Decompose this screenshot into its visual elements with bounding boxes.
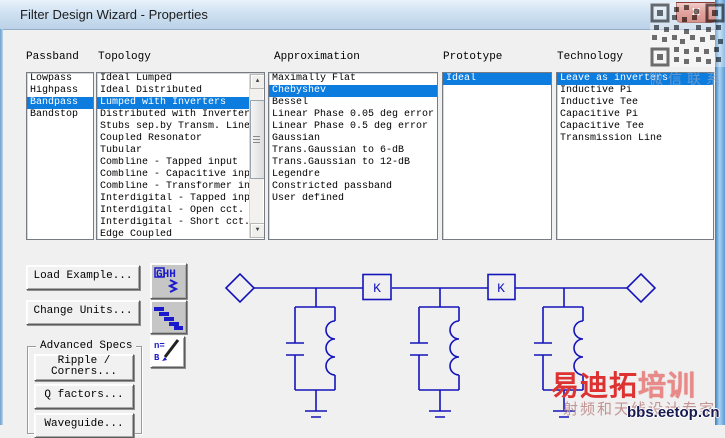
list-item[interactable]: Interdigital - Tapped input (97, 193, 250, 205)
scroll-down-button[interactable]: ▼ (250, 223, 264, 238)
filter-schematic: K K (224, 272, 657, 418)
list-item[interactable]: Highpass (27, 85, 93, 97)
steps-icon (154, 307, 183, 330)
steps-icon-button[interactable] (150, 300, 187, 334)
technology-label: Technology (557, 51, 624, 63)
list-item[interactable]: Ideal Lumped (97, 73, 250, 85)
prototype-label: Prototype (443, 51, 503, 63)
window-right-border (715, 0, 725, 425)
list-item[interactable]: Bandstop (27, 109, 93, 121)
svg-text:B: B (154, 353, 160, 363)
advanced-specs-label: Advanced Specs (36, 340, 137, 352)
list-item[interactable]: Combline - Tapped input (97, 157, 250, 169)
list-item[interactable]: Constricted passband (269, 181, 437, 193)
approximation-label: Approximation (274, 51, 360, 63)
list-item[interactable]: Bandpass (27, 97, 93, 109)
filter-response-icon: GHH (154, 267, 179, 293)
close-button[interactable]: ✕ (676, 2, 716, 23)
passband-listbox: Lowpass Highpass Bandpass Bandstop (26, 72, 94, 240)
approximation-listbox: Maximally Flat Chebyshev Bessel Linear Phas… (268, 72, 438, 240)
k-inverter-symbol: K (373, 281, 381, 296)
waveguide-button[interactable]: Waveguide... (34, 413, 134, 438)
list-item[interactable]: Inductive Pi (557, 85, 713, 97)
window-title: Filter Design Wizard - Properties (20, 7, 208, 22)
list-item[interactable]: Leave as inverters (557, 73, 713, 85)
list-item[interactable]: Inductive Tee (557, 97, 713, 109)
passband-label: Passband (26, 51, 79, 63)
list-item[interactable]: Stubs sep.by Transm. Line (97, 121, 250, 133)
port-right-diamond (625, 272, 657, 304)
svg-text:GHH: GHH (156, 269, 176, 281)
list-item[interactable]: Distributed with Inverters (97, 109, 250, 121)
list-item[interactable]: Tubular (97, 145, 250, 157)
list-item[interactable]: Lowpass (27, 73, 93, 85)
topology-scrollbar[interactable]: ▲ ▼ (249, 74, 264, 238)
list-item[interactable]: Maximally Flat (269, 73, 437, 85)
technology-listbox: Leave as inverters Inductive Pi Inductive … (556, 72, 714, 240)
ripple-corners-button[interactable]: Ripple / Corners... (34, 354, 134, 381)
port-left-diamond (224, 272, 256, 304)
list-item[interactable]: Bessel (269, 97, 437, 109)
order-edit-icon: n= B (154, 339, 180, 363)
k-inverter-symbol: K (497, 281, 505, 296)
list-item[interactable]: Linear Phase 0.05 deg error (269, 109, 437, 121)
filter-design-wizard-dialog: { "window": { "title": "Filter Design Wi… (0, 0, 725, 438)
list-item[interactable]: User defined (269, 193, 437, 205)
list-item[interactable]: Combline - Transformer input (97, 181, 250, 193)
list-item[interactable]: Capacitive Pi (557, 109, 713, 121)
scroll-up-button[interactable]: ▲ (250, 74, 264, 89)
topology-listbox: Ideal Lumped Ideal Distributed Lumped with… (96, 72, 265, 240)
scrollbar-thumb[interactable] (250, 100, 264, 179)
prototype-listbox: Ideal (442, 72, 552, 240)
window-left-border (0, 29, 3, 425)
list-item[interactable]: Interdigital - Open cct. (97, 205, 250, 217)
list-item[interactable]: Chebyshev (269, 85, 437, 97)
list-item[interactable]: Coupled Resonator (97, 133, 250, 145)
list-item[interactable]: Trans.Gaussian to 12-dB (269, 157, 437, 169)
list-item[interactable]: Interdigital - Short cct. (97, 217, 250, 229)
change-units-button[interactable]: Change Units... (26, 300, 140, 325)
filter-response-icon-button[interactable]: GHH (150, 263, 187, 299)
list-item[interactable]: Linear Phase 0.5 deg error (269, 121, 437, 133)
list-item[interactable]: Legendre (269, 169, 437, 181)
svg-text:n=: n= (154, 341, 165, 351)
list-item[interactable]: Lumped with Inverters (97, 97, 250, 109)
q-factors-button[interactable]: Q factors... (34, 384, 134, 409)
list-item[interactable]: Trans.Gaussian to 6-dB (269, 145, 437, 157)
list-item[interactable]: Ideal Distributed (97, 85, 250, 97)
list-item[interactable]: Ideal (443, 73, 551, 85)
load-example-button[interactable]: Load Example... (26, 265, 140, 290)
list-item[interactable]: Edge Coupled (97, 229, 250, 239)
list-item[interactable]: Capacitive Tee (557, 121, 713, 133)
list-item[interactable]: Combline - Capacitive input (97, 169, 250, 181)
list-item[interactable]: Transmission Line (557, 133, 713, 145)
topology-label: Topology (98, 51, 151, 63)
list-item[interactable]: Gaussian (269, 133, 437, 145)
order-edit-icon-button[interactable]: n= B (150, 336, 185, 368)
